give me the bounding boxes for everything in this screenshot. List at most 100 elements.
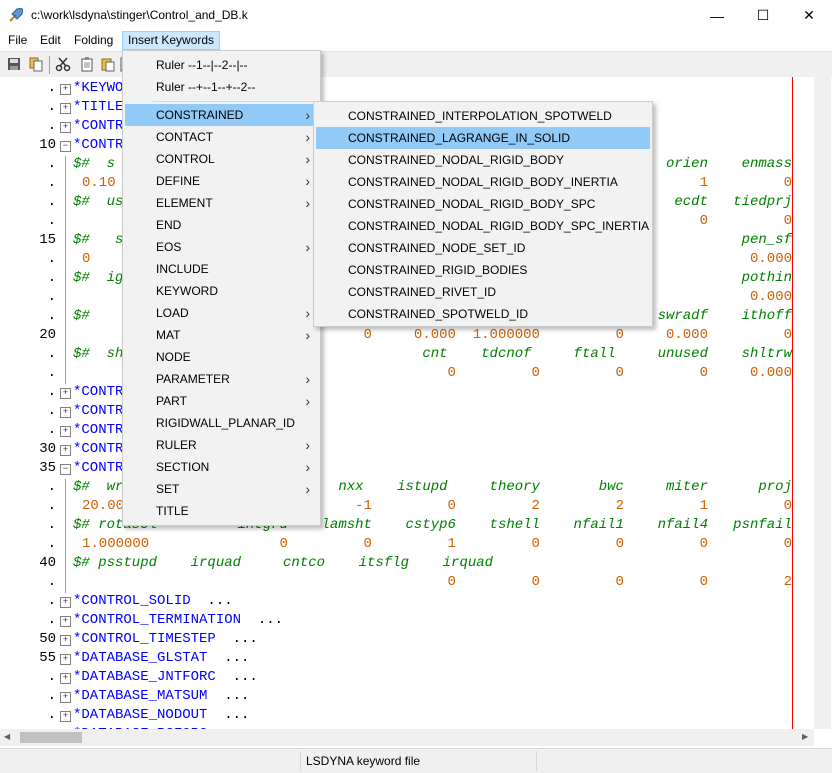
keyword-line[interactable]: *DATABASE_GLSTAT ...	[73, 650, 249, 666]
fold-expand-icon[interactable]: +	[60, 673, 71, 684]
fold-expand-icon[interactable]: +	[60, 426, 71, 437]
paste-icon[interactable]	[100, 56, 116, 72]
keyword-text: *CONTR	[73, 441, 124, 457]
menu-item-ruler-1-2[interactable]: Ruler --+--1--+--2--	[125, 76, 318, 98]
submenu-item-constrained-node-set-id[interactable]: CONSTRAINED_NODE_SET_ID	[316, 237, 650, 259]
menu-item-load[interactable]: LOAD ›	[125, 302, 318, 324]
keyword-line[interactable]: *CONTR	[73, 422, 123, 438]
keyword-text: *CONTR	[73, 137, 124, 153]
submenu-item-constrained-rigid-bodies[interactable]: CONSTRAINED_RIGID_BODIES	[316, 259, 650, 281]
copy-icon[interactable]	[28, 56, 44, 72]
vertical-scrollbar[interactable]	[814, 77, 831, 729]
fold-expand-icon[interactable]: +	[60, 388, 71, 399]
menu-item-set[interactable]: SET ›	[125, 478, 318, 500]
menu-item-keyword[interactable]: KEYWORD	[125, 280, 318, 302]
menu-item-constrained[interactable]: CONSTRAINED ›	[125, 104, 318, 126]
keyword-line[interactable]: *CONTR	[73, 118, 123, 134]
submenu-item-label: CONSTRAINED_NODAL_RIGID_BODY_SPC	[348, 197, 596, 211]
submenu-arrow-icon: ›	[305, 459, 310, 475]
menu-item-include[interactable]: INCLUDE	[125, 258, 318, 280]
keyword-line[interactable]: *KEYWO	[73, 80, 123, 96]
keyword-line[interactable]: *CONTROL_SOLID ...	[73, 593, 233, 609]
menu-item-title[interactable]: TITLE	[125, 500, 318, 522]
toolbar-separator	[49, 56, 50, 74]
menu-bar: File Edit Folding Insert Keywords	[0, 31, 832, 51]
value-line-right: 0 0 0 0 2	[447, 574, 792, 590]
menu-item-parameter[interactable]: PARAMETER ›	[125, 368, 318, 390]
menu-item-rigidwall-planar-id[interactable]: RIGIDWALL_PLANAR_ID	[125, 412, 318, 434]
keyword-line[interactable]: *CONTROL_TIMESTEP ...	[73, 631, 258, 647]
fold-expand-icon[interactable]: +	[60, 84, 71, 95]
fold-expand-icon[interactable]: +	[60, 445, 71, 456]
close-button[interactable]: ✕	[786, 0, 832, 31]
submenu-item-label: CONSTRAINED_NODE_SET_ID	[348, 241, 526, 255]
menu-item-contact[interactable]: CONTACT ›	[125, 126, 318, 148]
minimize-button[interactable]: —	[694, 0, 740, 31]
submenu-arrow-icon: ›	[305, 327, 310, 343]
submenu-item-constrained-spotweld-id[interactable]: CONSTRAINED_SPOTWELD_ID	[316, 303, 650, 325]
menu-item-mat[interactable]: MAT ›	[125, 324, 318, 346]
line-number: .	[47, 384, 56, 400]
submenu-item-constrained-nodal-rigid-body-spc[interactable]: CONSTRAINED_NODAL_RIGID_BODY_SPC	[316, 193, 650, 215]
horizontal-scroll-thumb[interactable]	[20, 732, 82, 743]
menu-edit[interactable]: Edit	[35, 31, 66, 50]
submenu-arrow-icon: ›	[305, 371, 310, 387]
keyword-line[interactable]: *CONTROL_TERMINATION ...	[73, 612, 283, 628]
menu-item-eos[interactable]: EOS ›	[125, 236, 318, 258]
menu-item-control[interactable]: CONTROL ›	[125, 148, 318, 170]
submenu-item-constrained-nodal-rigid-body-inertia[interactable]: CONSTRAINED_NODAL_RIGID_BODY_INERTIA	[316, 171, 650, 193]
submenu-item-constrained-lagrange-in-solid[interactable]: CONSTRAINED_LAGRANGE_IN_SOLID	[316, 127, 650, 149]
folded-ellipsis: ...	[190, 593, 233, 609]
horizontal-scrollbar[interactable]: ◀ ▶	[0, 729, 814, 746]
maximize-button[interactable]: ☐	[740, 0, 786, 31]
save-icon[interactable]	[6, 56, 22, 72]
folded-ellipsis: ...	[207, 688, 250, 704]
menu-item-end[interactable]: END	[125, 214, 318, 236]
keyword-line[interactable]: *DATABASE_MATSUM ...	[73, 688, 249, 704]
fold-expand-icon[interactable]: +	[60, 122, 71, 133]
keyword-line[interactable]: *DATABASE_NODOUT ...	[73, 707, 249, 723]
title-bar: c:\work\lsdyna\stinger\Control_and_DB.k …	[0, 0, 832, 31]
menu-folding[interactable]: Folding	[69, 31, 118, 50]
cut-icon[interactable]	[55, 56, 71, 72]
menu-item-ruler[interactable]: RULER ›	[125, 434, 318, 456]
keyword-line[interactable]: *CONTR	[73, 137, 123, 153]
fold-expand-icon[interactable]: +	[60, 635, 71, 646]
keyword-line[interactable]: *CONTR	[73, 403, 123, 419]
menu-item-label: RIGIDWALL_PLANAR_ID	[156, 416, 295, 430]
fold-expand-icon[interactable]: +	[60, 654, 71, 665]
fold-expand-icon[interactable]: +	[60, 597, 71, 608]
menu-file[interactable]: File	[3, 31, 32, 50]
menu-item-define[interactable]: DEFINE ›	[125, 170, 318, 192]
menu-item-element[interactable]: ELEMENT ›	[125, 192, 318, 214]
keyword-line[interactable]: *DATABASE_JNTFORC ...	[73, 669, 258, 685]
scroll-left-arrow-icon[interactable]: ◀	[4, 732, 10, 741]
keyword-line[interactable]: *CONTR	[73, 460, 123, 476]
fold-collapse-icon[interactable]: −	[60, 141, 71, 152]
keyword-line[interactable]: *TITLE	[73, 99, 123, 115]
keyword-line[interactable]: *CONTR	[73, 441, 123, 457]
menu-item-section[interactable]: SECTION ›	[125, 456, 318, 478]
line-number: 55	[39, 650, 56, 666]
fold-collapse-icon[interactable]: −	[60, 464, 71, 475]
submenu-item-constrained-interpolation-spotweld[interactable]: CONSTRAINED_INTERPOLATION_SPOTWELD	[316, 105, 650, 127]
submenu-item-constrained-nodal-rigid-body[interactable]: CONSTRAINED_NODAL_RIGID_BODY	[316, 149, 650, 171]
menu-item-ruler-1-2[interactable]: Ruler --1--|--2--|--	[125, 54, 318, 76]
submenu-item-constrained-nodal-rigid-body-spc-inertia[interactable]: CONSTRAINED_NODAL_RIGID_BODY_SPC_INERTIA	[316, 215, 650, 237]
fold-expand-icon[interactable]: +	[60, 692, 71, 703]
submenu-arrow-icon: ›	[305, 173, 310, 189]
fold-expand-icon[interactable]: +	[60, 407, 71, 418]
menu-item-part[interactable]: PART ›	[125, 390, 318, 412]
submenu-item-constrained-rivet-id[interactable]: CONSTRAINED_RIVET_ID	[316, 281, 650, 303]
keyword-line[interactable]: *CONTR	[73, 384, 123, 400]
menu-item-label: Ruler --+--1--+--2--	[156, 80, 256, 94]
fold-expand-icon[interactable]: +	[60, 711, 71, 722]
menu-item-node[interactable]: NODE	[125, 346, 318, 368]
clipboard-icon[interactable]	[79, 56, 95, 72]
menu-insert-keywords[interactable]: Insert Keywords	[122, 31, 221, 50]
line-number: .	[47, 688, 56, 704]
fold-expand-icon[interactable]: +	[60, 616, 71, 627]
menu-item-label: EOS	[156, 240, 182, 254]
scroll-right-arrow-icon[interactable]: ▶	[802, 732, 808, 741]
fold-expand-icon[interactable]: +	[60, 103, 71, 114]
